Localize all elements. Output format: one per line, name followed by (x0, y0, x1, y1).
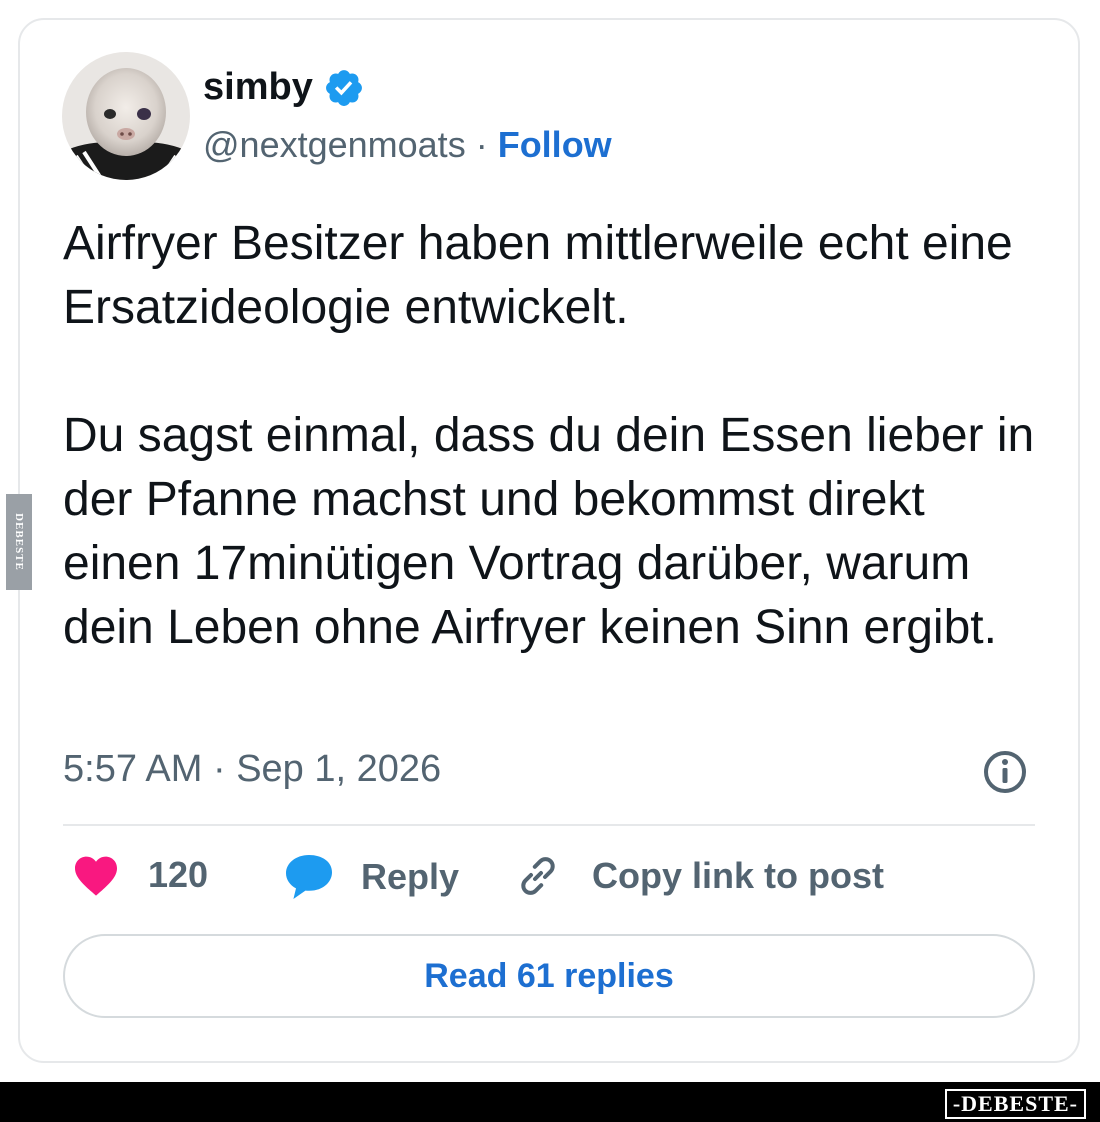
follow-button[interactable]: Follow (498, 124, 612, 165)
side-watermark-text: DEBESTE (13, 513, 25, 571)
divider (63, 824, 1035, 826)
reply-label: Reply (361, 856, 460, 897)
tweet-paragraph-1: Airfryer Besitzer haben mittlerweile ech… (63, 217, 1013, 334)
footer-watermark-text: -DEBESTE- (952, 1091, 1078, 1116)
speech-bubble-icon (286, 855, 332, 899)
verified-badge-icon (325, 69, 362, 106)
read-replies-button[interactable]: Read 61 replies (63, 934, 1035, 1018)
heart-icon (75, 856, 117, 896)
read-replies-label: Read 61 replies (424, 956, 674, 995)
user-name[interactable]: simby (203, 66, 313, 109)
side-watermark: DEBESTE (6, 494, 32, 590)
user-handle-row: @nextgenmoats · Follow (203, 124, 612, 166)
user-handle[interactable]: @nextgenmoats (203, 124, 466, 165)
separator-dot: · (475, 124, 498, 165)
like-button[interactable]: 120 (72, 852, 208, 898)
tweet-text: Airfryer Besitzer haben mittlerweile ech… (63, 212, 1053, 660)
footer-bar: -DEBESTE- (0, 1082, 1100, 1122)
user-name-row: simby (203, 66, 365, 109)
link-icon (521, 857, 555, 895)
copy-link-label: Copy link to post (592, 855, 884, 896)
info-icon[interactable] (981, 748, 1029, 796)
copy-link-button[interactable]: Copy link to post (514, 852, 884, 900)
footer-watermark-logo: -DEBESTE- (944, 1089, 1086, 1119)
tweet-paragraph-2: Du sagst einmal, dass du dein Essen lieb… (63, 409, 1035, 654)
avatar[interactable] (62, 52, 190, 180)
reply-button[interactable]: Reply (283, 852, 459, 902)
like-count: 120 (148, 854, 209, 895)
tweet-timestamp[interactable]: 5:57 AM · Sep 1, 2026 (63, 748, 441, 791)
